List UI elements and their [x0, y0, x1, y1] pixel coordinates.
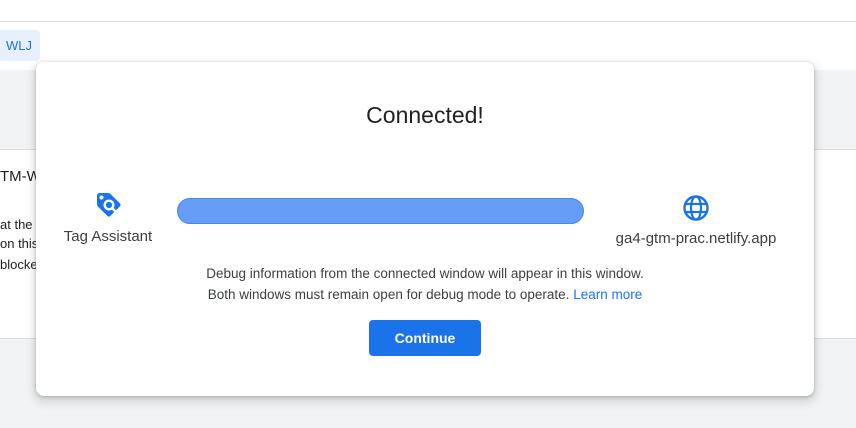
background-section-title: TM-W: [0, 168, 41, 185]
site-domain-label: ga4-gtm-prac.netlify.app: [615, 230, 777, 247]
learn-more-link[interactable]: Learn more: [573, 287, 642, 302]
tag-assistant-endpoint: Tag Assistant: [46, 190, 170, 245]
site-endpoint: ga4-gtm-prac.netlify.app: [598, 194, 794, 247]
globe-icon: [683, 195, 709, 221]
dialog-title: Connected!: [366, 102, 484, 128]
description-line: Debug information from the connected win…: [206, 266, 644, 281]
background-top-bar: [0, 0, 856, 22]
background-text-line: at the f: [0, 217, 40, 232]
continue-button[interactable]: Continue: [369, 320, 481, 356]
description-text: Both windows must remain open for debug …: [207, 287, 570, 302]
connected-dialog: Connected! Tag Assistant ga4-gtm-prac.ne…: [36, 62, 814, 396]
background-text-line: on this: [0, 236, 39, 251]
tag-assistant-label: Tag Assistant: [63, 228, 153, 245]
connection-progress-bar: [177, 198, 584, 224]
description-line: Both windows must remain open for debug …: [36, 284, 814, 305]
dialog-description: Debug information from the connected win…: [36, 263, 814, 305]
background-container-chip[interactable]: WLJ: [0, 30, 40, 61]
tag-assistant-icon: [97, 193, 121, 217]
background-text-line: blocke: [0, 257, 38, 272]
